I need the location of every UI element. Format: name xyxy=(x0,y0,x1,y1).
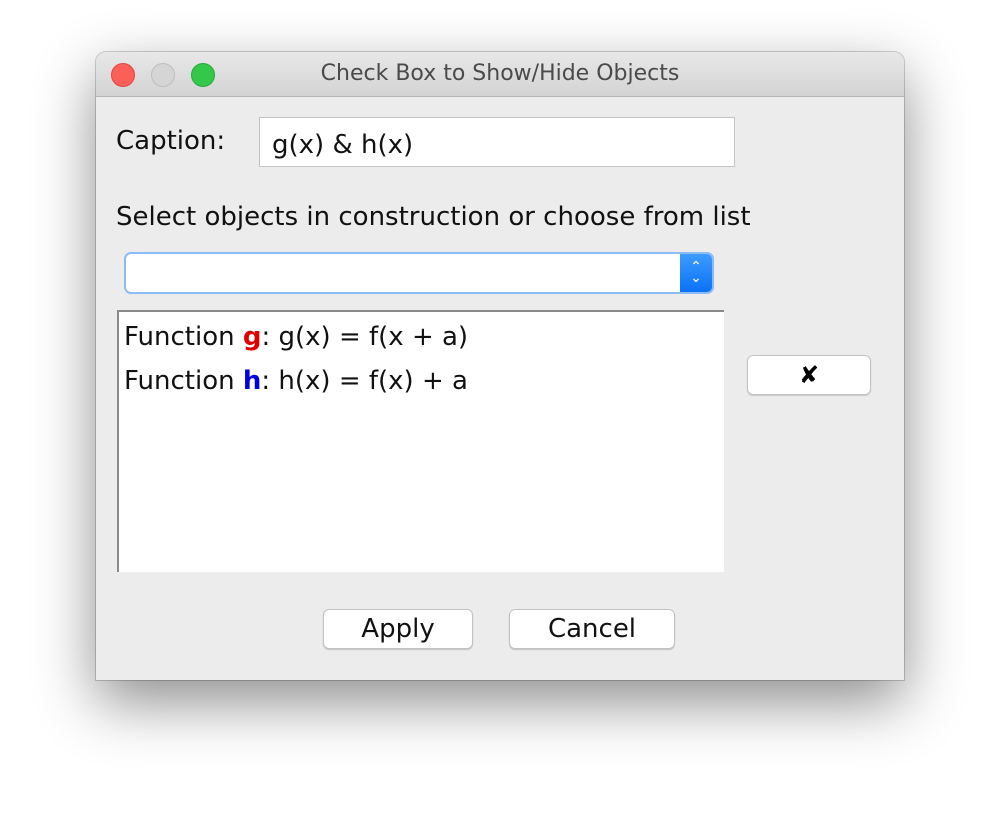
object-name-g: g xyxy=(242,322,262,352)
window-title: Check Box to Show/Hide Objects xyxy=(320,61,680,86)
list-item-definition: : g(x) = f(x + a) xyxy=(261,322,469,352)
x-mark-icon: ✘ xyxy=(798,361,820,389)
list-item[interactable]: Function h: h(x) = f(x) + a xyxy=(119,362,724,406)
dialog-window: Check Box to Show/Hide Objects Caption: … xyxy=(96,52,904,680)
apply-button[interactable]: Apply xyxy=(323,609,473,649)
remove-object-button[interactable]: ✘ xyxy=(747,355,871,395)
instruction-text: Select objects in construction or choose… xyxy=(116,202,751,232)
object-name-h: h xyxy=(242,366,262,396)
list-item-prefix: Function xyxy=(124,322,243,352)
cancel-button[interactable]: Cancel xyxy=(509,609,675,649)
caption-label: Caption: xyxy=(116,126,226,156)
up-down-chevrons-icon[interactable]: ⌃ ⌄ xyxy=(680,254,712,292)
caption-input[interactable] xyxy=(259,117,735,167)
title-bar[interactable]: Check Box to Show/Hide Objects xyxy=(96,52,904,97)
list-item-definition: : h(x) = f(x) + a xyxy=(261,366,468,396)
object-select-dropdown[interactable]: ⌃ ⌄ xyxy=(124,252,714,294)
list-item-prefix: Function xyxy=(124,366,243,396)
selected-objects-list[interactable]: Function g: g(x) = f(x + a) Function h: … xyxy=(117,310,724,572)
list-item[interactable]: Function g: g(x) = f(x + a) xyxy=(119,318,724,362)
